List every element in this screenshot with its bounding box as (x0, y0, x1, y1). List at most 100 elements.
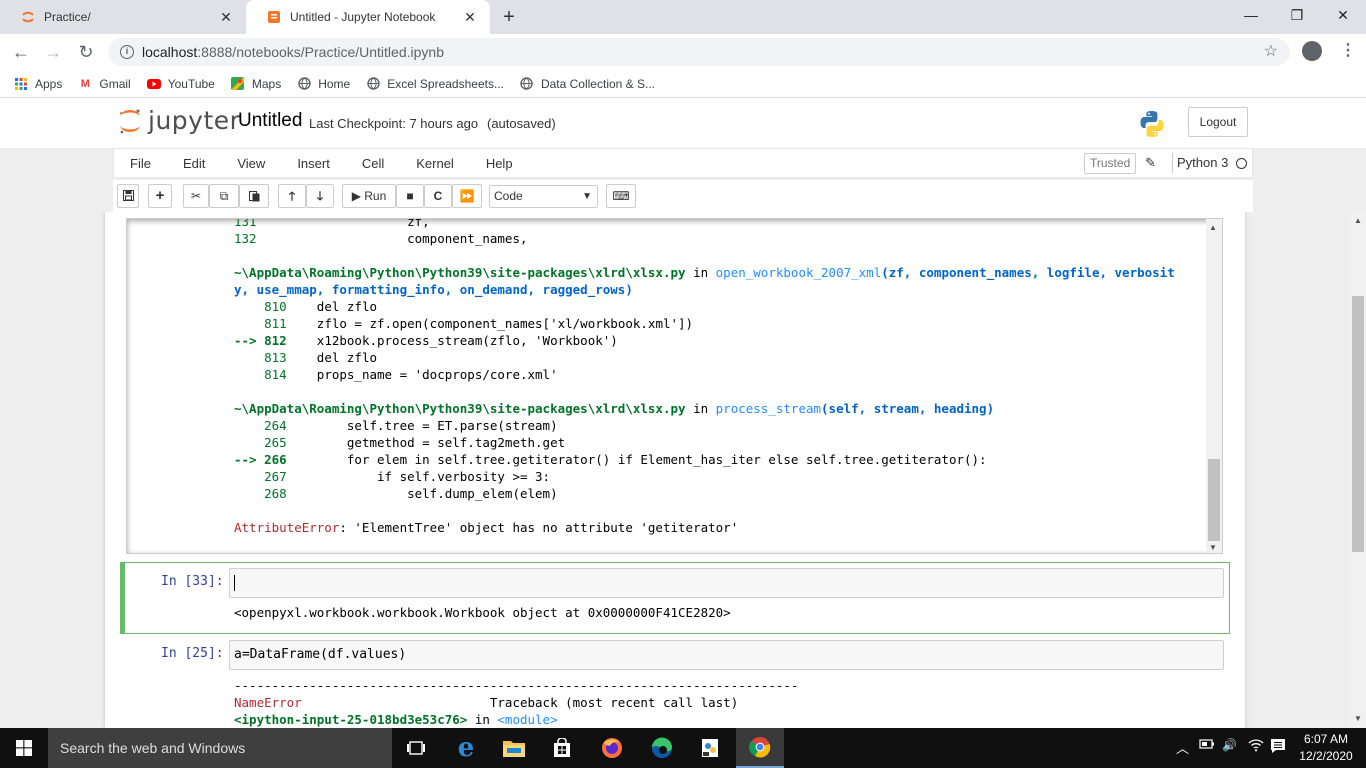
menu-edit[interactable]: Edit (167, 156, 221, 171)
paint-3d-icon[interactable] (686, 728, 734, 768)
menu-view[interactable]: View (221, 156, 281, 171)
code-input-editor[interactable]: a=DataFrame(df.values) (229, 640, 1224, 670)
move-up-arrow-icon[interactable]: 🡑 (278, 184, 306, 208)
profile-avatar-icon[interactable] (1302, 41, 1322, 61)
address-bar[interactable]: i localhost:8888/notebooks/Practice/Unti… (108, 38, 1290, 66)
move-down-arrow-icon[interactable]: 🡓 (306, 184, 334, 208)
bookmark-apps[interactable]: Apps (14, 77, 62, 91)
wifi-icon[interactable] (1248, 738, 1264, 755)
chrome-menu-icon[interactable]: ⋮ (1340, 40, 1356, 60)
battery-icon[interactable] (1199, 738, 1215, 753)
tab-close-icon[interactable]: ✕ (462, 9, 478, 26)
task-view-icon[interactable] (392, 728, 440, 768)
menu-help[interactable]: Help (470, 156, 529, 171)
show-hidden-icons-chevron-icon[interactable]: ︿ (1176, 738, 1189, 757)
traceback-frame-args: y, use_mmap, formatting_info, on_demand,… (234, 282, 633, 297)
scroll-up-icon[interactable]: ▲ (1354, 216, 1362, 225)
bookmark-data-collection[interactable]: Data Collection & S... (520, 77, 655, 91)
reload-icon[interactable]: ↻ (75, 42, 97, 64)
forward-arrow-icon[interactable]: → (42, 42, 64, 64)
bookmark-label: Data Collection & S... (540, 76, 656, 91)
text-cursor (234, 574, 235, 591)
copy-icon[interactable]: ⧉ (209, 184, 239, 208)
store-icon[interactable] (538, 728, 586, 768)
jupyter-logo-icon (119, 108, 140, 133)
save-icon[interactable] (117, 184, 139, 208)
action-center-notification-icon[interactable] (1270, 738, 1286, 757)
new-tab-button[interactable]: + (498, 6, 520, 29)
globe-icon (520, 77, 534, 91)
notebook-name[interactable]: Untitled (238, 110, 302, 132)
scroll-up-icon[interactable]: ▲ (1209, 223, 1217, 232)
maximize-button[interactable]: ❐ (1274, 0, 1320, 32)
menu-file[interactable]: File (114, 156, 167, 171)
interrupt-stop-icon[interactable]: ■ (396, 184, 424, 208)
back-arrow-icon[interactable]: ← (10, 42, 32, 64)
traceback-frame-header: ~\AppData\Roaming\Python\Python39\site-p… (234, 401, 995, 416)
input-prompt: In [25]: (161, 646, 224, 661)
bookmark-youtube[interactable]: YouTube (146, 76, 215, 91)
input-prompt: In [33]: (161, 574, 224, 589)
traceback-line: 267 if self.verbosity >= 3: (234, 469, 551, 484)
taskbar-clock[interactable]: 6:07 AM 12/2/2020 (1296, 731, 1356, 765)
bookmark-maps[interactable]: Maps (231, 77, 281, 91)
scroll-down-icon[interactable]: ▼ (1354, 714, 1362, 723)
windows-taskbar: Search the web and Windows e ︿ 🔊 6:07 AM… (0, 728, 1366, 768)
autosave-status: (autosaved) (487, 116, 556, 131)
menu-cell[interactable]: Cell (346, 156, 400, 171)
firefox-icon[interactable] (588, 728, 636, 768)
browser-tab-strip: Practice/ ✕ Untitled - Jupyter Notebook … (0, 0, 1366, 34)
run-button[interactable]: ▶ Run (342, 184, 396, 208)
bookmark-label: YouTube (167, 76, 215, 91)
trusted-badge[interactable]: Trusted (1084, 153, 1137, 174)
restart-run-all-icon[interactable]: ⏩ (452, 184, 482, 208)
traceback-line: 813 del zflo (234, 350, 377, 365)
tab-untitled-notebook[interactable]: Untitled - Jupyter Notebook ✕ (246, 0, 490, 34)
output-area-scrolled[interactable]: 131 zf, 132 component_names, ~\AppData\R… (126, 218, 1223, 554)
paste-icon[interactable] (239, 184, 269, 208)
command-palette-keyboard-icon[interactable]: ⌨ (606, 184, 636, 208)
bookmark-label: Gmail (99, 76, 131, 91)
minimize-button[interactable]: — (1228, 0, 1274, 32)
insert-cell-plus-icon[interactable]: + (148, 184, 172, 208)
close-window-button[interactable]: ✕ (1320, 0, 1366, 32)
code-input-editor[interactable] (229, 568, 1224, 598)
chrome-icon[interactable] (736, 728, 784, 768)
edge-chromium-icon[interactable] (638, 728, 686, 768)
restart-kernel-icon[interactable]: C (424, 184, 452, 208)
cell-type-select[interactable]: Code ▼ (489, 185, 598, 208)
bookmark-star-icon[interactable]: ☆ (1264, 41, 1278, 61)
menu-insert[interactable]: Insert (281, 156, 346, 171)
windows-start-icon[interactable] (0, 728, 48, 768)
jupyter-logo[interactable]: jupyter (118, 106, 240, 135)
output-scrollbar[interactable]: ▲ ▼ (1206, 219, 1222, 553)
edge-legacy-icon[interactable]: e (442, 728, 490, 768)
traceback-frame-header: ~\AppData\Roaming\Python\Python39\site-p… (234, 265, 1175, 280)
bookmark-gmail[interactable]: M Gmail (78, 76, 131, 91)
globe-icon (366, 77, 380, 91)
traceback-line: 268 self.dump_elem(elem) (234, 486, 558, 501)
bookmarks-bar: Apps M Gmail YouTube Maps Home Excel Spr… (0, 70, 1366, 98)
scroll-down-icon[interactable]: ▼ (1209, 543, 1217, 552)
tab-practice[interactable]: Practice/ ✕ (0, 0, 246, 34)
traceback-line: 810 del zflo (234, 299, 377, 314)
bookmark-home[interactable]: Home (297, 77, 350, 91)
menu-kernel[interactable]: Kernel (400, 156, 470, 171)
file-explorer-icon[interactable] (490, 728, 538, 768)
bookmark-excel-spreadsheets[interactable]: Excel Spreadsheets... (366, 77, 504, 91)
site-info-icon[interactable]: i (120, 45, 134, 59)
kernel-name[interactable]: Python 3 (1172, 153, 1228, 173)
tab-title: Practice/ (44, 10, 91, 24)
logout-button[interactable]: Logout (1188, 107, 1248, 137)
cut-scissors-icon[interactable]: ✂ (183, 184, 209, 208)
volume-icon[interactable]: 🔊 (1222, 738, 1237, 752)
notebook-favicon-icon (266, 9, 282, 25)
output-scrollbar-thumb[interactable] (1208, 459, 1220, 541)
taskbar-search-input[interactable]: Search the web and Windows (48, 728, 392, 768)
page-scrollbar[interactable]: ▲ ▼ (1350, 212, 1366, 728)
traceback-output: 131 zf, 132 component_names, ~\AppData\R… (234, 219, 1175, 536)
page-scrollbar-thumb[interactable] (1352, 296, 1364, 552)
tab-close-icon[interactable]: ✕ (218, 9, 234, 26)
clock-time: 6:07 AM (1303, 732, 1349, 746)
globe-icon (297, 77, 311, 91)
